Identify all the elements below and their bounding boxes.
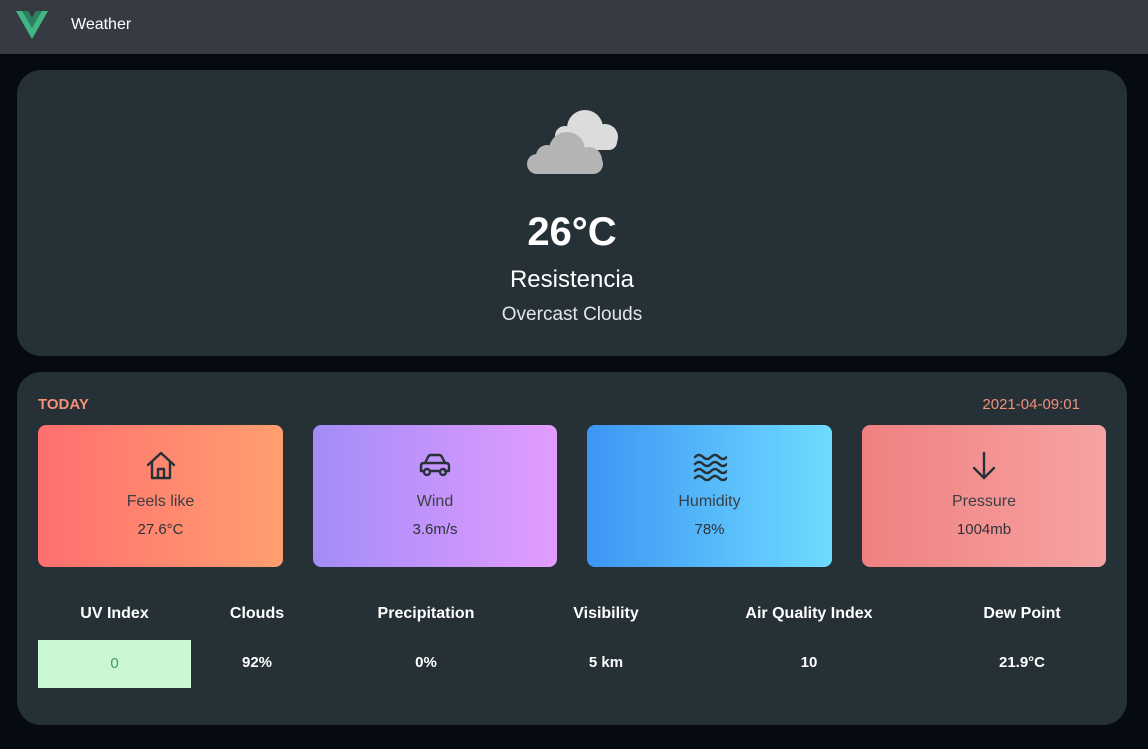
current-weather-panel: 26°C Resistencia Overcast Clouds (17, 70, 1127, 356)
overcast-clouds-icon (527, 110, 618, 174)
home-icon (146, 451, 175, 480)
vue-logo-icon[interactable] (16, 11, 48, 39)
pressure-card: Pressure 1004mb (862, 425, 1106, 567)
today-label: TODAY (38, 396, 89, 413)
current-temperature: 26°C (527, 210, 617, 254)
waves-icon (693, 453, 727, 482)
air-quality-index-label: Air Quality Index (745, 605, 873, 622)
feels-like-value: 27.6°C (137, 521, 184, 538)
clouds-label: Clouds (229, 605, 285, 622)
top-app-bar: Weather (0, 0, 1148, 54)
clouds-value: 92% (241, 654, 273, 671)
pressure-value: 1004mb (956, 521, 1012, 538)
uv-index-value: 0 (110, 655, 119, 672)
feels-like-label: Feels like (126, 493, 195, 510)
city-name: Resistencia (509, 266, 635, 293)
visibility-value: 5 km (588, 654, 624, 671)
air-quality-index-value: 10 (800, 654, 818, 671)
humidity-card: Humidity 78% (587, 425, 832, 567)
visibility-label: Visibility (573, 605, 639, 622)
feels-like-card: Feels like 27.6°C (38, 425, 283, 567)
humidity-value: 78% (694, 521, 725, 538)
dew-point-value: 21.9°C (998, 654, 1046, 671)
uv-index-badge: 0 (38, 640, 191, 688)
uv-index-label: UV Index (80, 605, 149, 622)
today-details-panel: TODAY 2021-04-09:01 Feels like 27.6°C Wi… (17, 372, 1127, 725)
precipitation-label: Precipitation (377, 605, 475, 622)
arrow-down-icon (972, 451, 996, 480)
humidity-label: Humidity (678, 493, 741, 510)
precipitation-value: 0% (415, 654, 437, 671)
date-label: 2021-04-09:01 (982, 396, 1080, 413)
app-title: Weather (71, 16, 132, 33)
weather-description: Overcast Clouds (501, 304, 643, 325)
pressure-label: Pressure (951, 493, 1017, 510)
wind-label: Wind (416, 493, 454, 510)
wind-card: Wind 3.6m/s (313, 425, 557, 567)
wind-value: 3.6m/s (412, 521, 458, 538)
dew-point-label: Dew Point (983, 605, 1061, 622)
car-icon (419, 453, 451, 477)
